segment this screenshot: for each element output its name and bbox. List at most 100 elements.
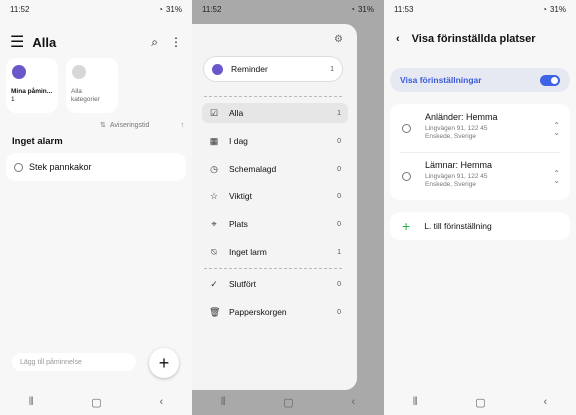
location-radio[interactable]	[402, 172, 411, 181]
drawer-item-count: 0	[337, 192, 341, 200]
reminder-icon	[212, 63, 223, 75]
sort-label: Aviseringstid	[109, 121, 150, 129]
search-icon[interactable]: ⌕	[151, 35, 158, 50]
drawer-item-label: Inget larm	[229, 247, 267, 257]
home-icon[interactable]: ▢	[91, 396, 101, 409]
drawer-item-papperskorgen[interactable]: 🗑 Papperskorgen 0	[202, 302, 348, 322]
drawer-item-count: 0	[337, 165, 341, 173]
location-address: Lingvägen 91, 122 45 Enskede, Sverige	[425, 173, 488, 188]
location-title: Anländer: Hemma	[425, 112, 498, 122]
back-icon[interactable]: ‹	[159, 396, 163, 408]
drawer-item-label: Slutfört	[229, 279, 256, 289]
task-title: Stek pannkakor	[29, 162, 92, 172]
preset-locations-screen: 11:53 ◔ 31% ‹ Visa förinställda platser V…	[384, 0, 576, 415]
location-item[interactable]: Lämnar: Hemma Lingvägen 91, 122 45 Ensked…	[390, 152, 570, 198]
wifi-icon: ◔	[158, 4, 163, 14]
checklist-icon: ☑	[209, 107, 219, 118]
drawer-item-label: Schemalagd	[229, 164, 277, 174]
category-tile-my-reminders[interactable]: Mina påmin... 1	[6, 58, 58, 113]
add-button[interactable]: +	[149, 348, 179, 378]
system-nav-bar: ⫴ ▢ ‹	[384, 389, 576, 415]
show-presets-row[interactable]: Visa förinställningar	[390, 68, 570, 92]
location-icon: ⌖	[211, 218, 217, 229]
reminder-label: Reminder	[231, 64, 268, 74]
wifi-icon: ◔	[542, 4, 547, 14]
drawer-item-alla[interactable]: ☑ Alla 1	[202, 103, 348, 123]
navigation-drawer: ⚙ Reminder 1 ☑ Alla 1 ▦ I dag 0 ◷ Schemalagd 0…	[192, 24, 357, 390]
tile-label: Mina påmin...	[11, 88, 53, 95]
add-preset-button[interactable]: + L. till förinställning	[390, 212, 570, 240]
show-presets-switch[interactable]	[540, 74, 560, 86]
home-icon[interactable]: ▢	[283, 396, 293, 409]
drawer-item-count: 1	[337, 248, 341, 256]
drawer-item-label: I dag	[229, 136, 248, 146]
divider	[204, 268, 342, 269]
reminders-list-screen: 11:52 ◔ 31% ☰ Alla ⌕ ⋮ Mina påmin... 1 Alla…	[0, 0, 192, 415]
tile-label: Alla kategorier	[71, 88, 100, 103]
status-time: 11:52	[202, 4, 222, 14]
navigation-drawer-screen: 11:52 ◔ 31% ⚙ Reminder 1 ☑ Alla 1 ▦ I dag 0 ◷…	[192, 0, 384, 415]
status-time: 11:53	[394, 4, 414, 14]
system-nav-bar: ⫴ ▢ ‹	[192, 389, 384, 415]
system-nav-bar: ⫴ ▢ ‹	[0, 389, 192, 415]
home-icon[interactable]: ▢	[475, 396, 485, 409]
calendar-icon: ▦	[209, 135, 219, 146]
location-title: Lämnar: Hemma	[425, 160, 493, 170]
battery-level: 31%	[549, 4, 566, 14]
location-radio[interactable]	[402, 124, 411, 133]
trash-icon: 🗑	[209, 306, 221, 317]
recent-apps-icon[interactable]: ⫴	[29, 396, 34, 409]
wifi-icon: ◔	[350, 4, 355, 14]
drawer-item-count: 0	[337, 220, 341, 228]
add-reminder-input[interactable]: Lägg till påminnelse	[12, 353, 136, 371]
task-row[interactable]: Stek pannkakor	[6, 153, 186, 181]
arrow-up-icon[interactable]: ↑	[181, 122, 185, 129]
drawer-item-count: 0	[337, 308, 341, 316]
status-bar: 11:53 ◔ 31%	[384, 0, 576, 18]
clock-icon: ◷	[210, 163, 218, 174]
drawer-item-slutfort[interactable]: ✓ Slutfört 0	[202, 274, 348, 294]
toggle-label: Visa förinställningar	[400, 75, 482, 85]
battery-level: 31%	[165, 4, 182, 14]
recent-apps-icon[interactable]: ⫴	[221, 396, 226, 409]
location-list: Anländer: Hemma Lingvägen 91, 122 45 Ensk…	[390, 104, 570, 200]
recent-apps-icon[interactable]: ⫴	[413, 396, 418, 409]
back-arrow-icon[interactable]: ‹	[396, 33, 400, 45]
drawer-item-i-dag[interactable]: ▦ I dag 0	[202, 131, 348, 151]
page-title: Visa förinställda platser	[411, 33, 536, 45]
more-options-icon[interactable]: ⋮	[170, 35, 182, 50]
drawer-item-count: 0	[337, 280, 341, 288]
back-icon[interactable]: ‹	[543, 396, 547, 408]
gear-icon[interactable]: ⚙	[334, 34, 343, 45]
status-time: 11:52	[10, 4, 30, 14]
plus-icon: +	[402, 218, 411, 234]
drawer-item-label: Papperskorgen	[229, 307, 287, 317]
location-item[interactable]: Anländer: Hemma Lingvägen 91, 122 45 Ensk…	[390, 104, 570, 150]
status-bar: 11:52 ◔ 31%	[192, 0, 384, 18]
check-icon: ✓	[210, 278, 218, 289]
drawer-item-label: Alla	[229, 108, 244, 118]
task-checkbox[interactable]	[14, 162, 23, 172]
drawer-item-schemalagd[interactable]: ◷ Schemalagd 0	[202, 159, 348, 179]
reminder-icon	[12, 65, 26, 79]
divider	[204, 96, 342, 97]
category-tile-all-categories[interactable]: Alla kategorier	[66, 58, 118, 113]
tile-count: 1	[11, 96, 15, 103]
drawer-item-label: Viktigt	[229, 191, 252, 201]
expand-icon[interactable]: ⌃ ⌄	[553, 122, 560, 137]
add-preset-label: L. till förinställning	[424, 221, 492, 231]
location-address: Lingvägen 91, 122 45 Enskede, Sverige	[425, 125, 488, 140]
sort-bar[interactable]: ⇅ Aviseringstid ↑	[100, 121, 185, 130]
categories-icon	[72, 65, 86, 79]
drawer-item-inget-larm[interactable]: ⍉ Inget larm 1	[202, 242, 348, 262]
drawer-item-count: 0	[337, 137, 341, 145]
expand-icon[interactable]: ⌃ ⌄	[553, 170, 560, 185]
battery-level: 31%	[357, 4, 374, 14]
menu-icon[interactable]: ☰	[10, 32, 24, 52]
back-icon[interactable]: ‹	[351, 396, 355, 408]
drawer-item-plats[interactable]: ⌖ Plats 0	[202, 214, 348, 234]
drawer-item-viktigt[interactable]: ☆ Viktigt 0	[202, 186, 348, 206]
reminder-list-chip[interactable]: Reminder 1	[204, 57, 342, 81]
bell-off-icon: ⍉	[211, 246, 217, 257]
sort-icon: ⇅	[100, 122, 106, 129]
